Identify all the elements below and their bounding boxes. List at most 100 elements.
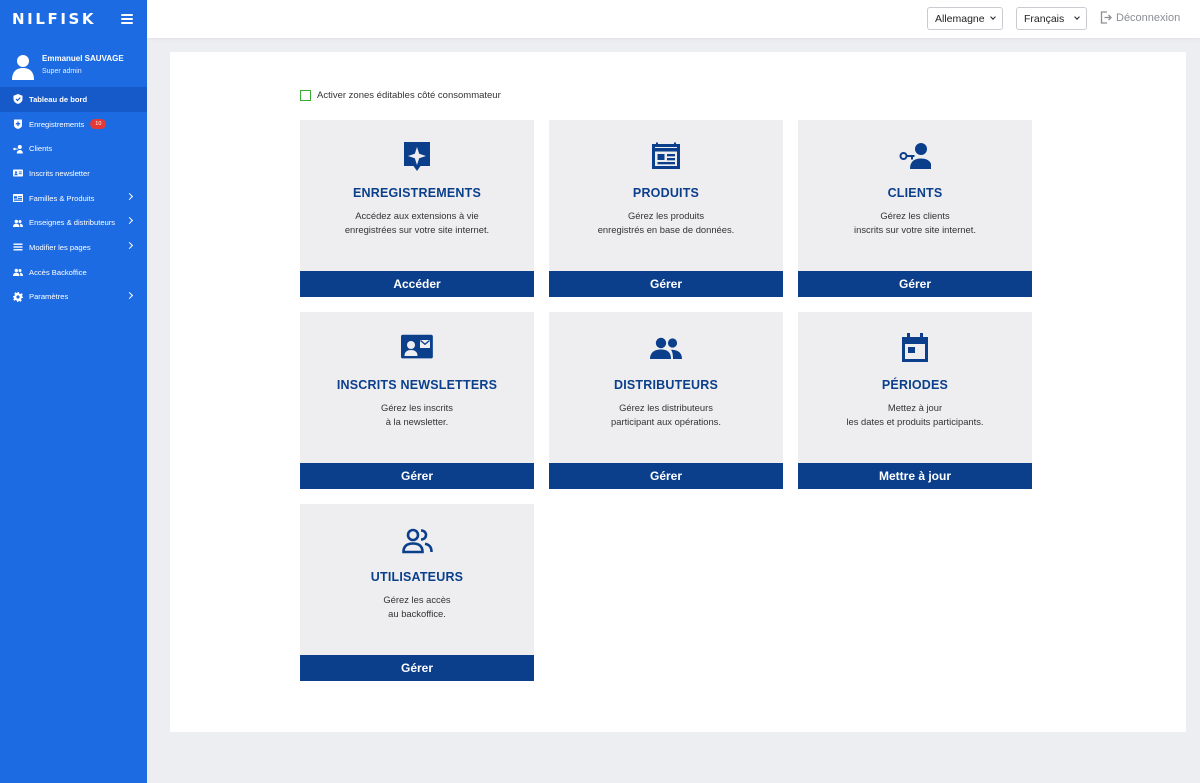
users-icon xyxy=(12,217,23,228)
card-title: UTILISATEURS xyxy=(370,570,464,584)
users-icon xyxy=(12,267,23,278)
card-desc-line: Mettez à jour xyxy=(887,402,943,413)
sidebar-item-enregistrements[interactable]: Enregistrements 10 xyxy=(0,112,147,137)
card-desc-line: Gérez les inscrits xyxy=(381,402,453,413)
mettre-a-jour-button[interactable]: Mettre à jour xyxy=(798,463,1032,489)
sidebar-item-modifier-les-pages[interactable]: Modifier les pages xyxy=(0,235,147,260)
gear-icon xyxy=(12,291,23,302)
acceder-enregistrements-button[interactable]: Accéder xyxy=(300,271,534,297)
sidebar-item-label: Enseignes & distributeurs xyxy=(29,218,116,228)
gerer-clients-button[interactable]: Gérer xyxy=(798,271,1032,297)
shield-plus-icon xyxy=(12,119,23,130)
chevron-right-icon xyxy=(125,192,134,200)
card-desc-line: à la newsletter. xyxy=(385,416,449,427)
card-description: Gérez les clients inscrits sur votre site… xyxy=(808,209,1022,237)
card-title: ENREGISTREMENTS xyxy=(352,186,481,200)
card-description: Gérez les accès au backoffice. xyxy=(310,593,524,621)
menu-toggle-icon[interactable] xyxy=(121,14,133,24)
card-description: Gérez les inscrits à la newsletter. xyxy=(310,401,524,429)
calendar-icon xyxy=(902,333,928,362)
avatar-icon xyxy=(12,54,34,80)
badge-star-icon xyxy=(404,142,430,171)
sidebar-item-familles-produits[interactable]: Familles & Produits xyxy=(0,186,147,211)
editable-zones-checkbox[interactable] xyxy=(300,90,311,101)
user-key-icon xyxy=(12,143,23,154)
gerer-distributeurs-button[interactable]: Gérer xyxy=(549,463,783,489)
sidebar-item-label: Tableau de bord xyxy=(29,94,88,104)
card-inscrits-newsletters: INSCRITS NEWSLETTERS Gérez les inscrits à… xyxy=(300,312,534,489)
sidebar-item-label: Clients xyxy=(29,144,53,154)
group-icon xyxy=(650,337,682,359)
sidebar-item-inscrits-newsletter[interactable]: Inscrits newsletter xyxy=(0,161,147,186)
chevron-right-icon xyxy=(125,217,134,225)
card-periodes: PÉRIODES Mettez à jour les dates et produ… xyxy=(798,312,1032,489)
card-enregistrements: ENREGISTREMENTS Accédez aux extensions à… xyxy=(300,120,534,297)
card-desc-line: Gérez les accès xyxy=(383,594,451,605)
card-title: PÉRIODES xyxy=(881,378,949,392)
card-desc-line: Accédez aux extensions à vie xyxy=(355,210,479,221)
sidebar-item-tableau-de-bord[interactable]: Tableau de bord xyxy=(0,87,147,112)
sidebar-item-clients[interactable]: Clients xyxy=(0,136,147,161)
card-clients: CLIENTS Gérez les clients inscrits sur vo… xyxy=(798,120,1032,297)
sidebar-item-parametres[interactable]: Paramètres xyxy=(0,285,147,310)
card-utilisateurs: UTILISATEURS Gérez les accès au backoffic… xyxy=(300,504,534,681)
sidebar: NILFISK Emmanuel SAUVAGE Super admin Tab… xyxy=(0,0,147,783)
gerer-newsletters-button[interactable]: Gérer xyxy=(300,463,534,489)
users-outline-icon xyxy=(402,528,433,554)
country-select-value: Allemagne xyxy=(935,12,985,25)
sidebar-item-label: Familles & Produits xyxy=(29,193,95,203)
logout-icon xyxy=(1100,11,1112,24)
card-desc-line: enregistrés en base de données. xyxy=(597,224,735,235)
editable-zones-option: Activer zones éditables côté consommateu… xyxy=(300,90,501,101)
card-description: Mettez à jour les dates et produits parti… xyxy=(808,401,1022,429)
brand-bar: NILFISK xyxy=(0,0,147,38)
card-desc-line: au backoffice. xyxy=(388,608,446,619)
sidebar-item-enseignes-distributeurs[interactable]: Enseignes & distributeurs xyxy=(0,210,147,235)
sidebar-item-label: Accès Backoffice xyxy=(29,267,87,277)
sidebar-item-label: Paramètres xyxy=(29,292,69,302)
card-desc-line: participant aux opérations. xyxy=(611,416,721,427)
card-description: Accédez aux extensions à vie enregistrées… xyxy=(310,209,524,237)
count-badge: 10 xyxy=(90,119,107,130)
top-bar: Allemagne Français Déconnexion xyxy=(147,0,1200,38)
country-select[interactable]: Allemagne xyxy=(927,7,1003,30)
card-title: INSCRITS NEWSLETTERS xyxy=(336,378,498,392)
chevron-down-icon xyxy=(1074,14,1080,20)
list-icon xyxy=(12,242,23,253)
card-produits: PRODUITS Gérez les produits enregistrés e… xyxy=(549,120,783,297)
contact-card-icon xyxy=(12,168,23,179)
chevron-right-icon xyxy=(125,291,134,299)
sidebar-item-label: Enregistrements xyxy=(29,119,85,129)
card-distributeurs: DISTRIBUTEURS Gérez les distributeurs par… xyxy=(549,312,783,489)
logout-label: Déconnexion xyxy=(1116,11,1181,24)
table-icon xyxy=(652,142,680,169)
user-key-icon xyxy=(899,143,931,169)
language-select[interactable]: Français xyxy=(1016,7,1087,30)
nilfisk-logo: NILFISK xyxy=(12,10,97,28)
card-desc-line: Gérez les distributeurs xyxy=(619,402,713,413)
card-title: DISTRIBUTEURS xyxy=(614,378,718,392)
card-desc-line: inscrits sur votre site internet. xyxy=(854,224,976,235)
shield-icon xyxy=(12,94,23,105)
card-desc-line: Gérez les produits xyxy=(627,210,705,221)
sidebar-item-acces-backoffice[interactable]: Accès Backoffice xyxy=(0,260,147,285)
dashboard-panel: Activer zones éditables côté consommateu… xyxy=(170,52,1186,732)
card-title: CLIENTS xyxy=(887,186,943,200)
user-name: Emmanuel SAUVAGE xyxy=(42,53,124,63)
sidebar-menu: Tableau de bord Enregistrements 10 Clien… xyxy=(0,87,147,309)
sidebar-item-label: Modifier les pages xyxy=(29,242,91,252)
gerer-utilisateurs-button[interactable]: Gérer xyxy=(300,655,534,681)
editable-zones-label: Activer zones éditables côté consommateu… xyxy=(317,90,501,101)
chevron-down-icon xyxy=(990,14,996,20)
card-description: Gérez les distributeurs participant aux o… xyxy=(559,401,773,429)
sidebar-item-label: Inscrits newsletter xyxy=(29,168,90,178)
table-icon xyxy=(12,193,23,204)
chevron-right-icon xyxy=(125,242,134,250)
contact-mail-icon xyxy=(401,334,433,359)
card-title: PRODUITS xyxy=(632,186,700,200)
logout-button[interactable]: Déconnexion xyxy=(1100,11,1180,24)
card-desc-line: enregistrées sur votre site internet. xyxy=(344,224,490,235)
gerer-produits-button[interactable]: Gérer xyxy=(549,271,783,297)
user-block: Emmanuel SAUVAGE Super admin xyxy=(0,38,147,84)
card-desc-line: Gérez les clients xyxy=(880,210,950,221)
